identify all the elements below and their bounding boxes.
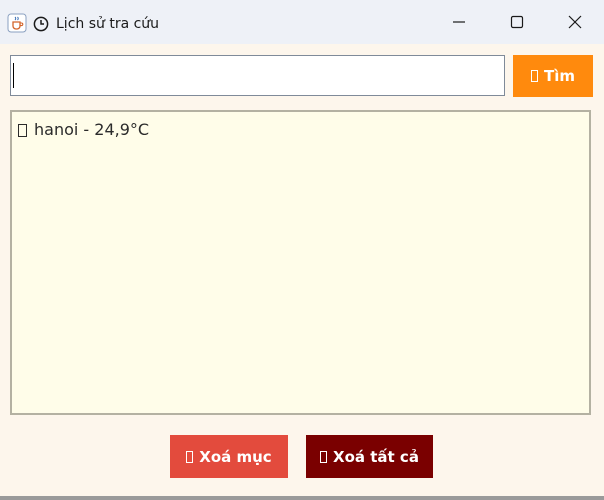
delete-item-label: Xoá mục: [199, 447, 272, 466]
delete-item-button[interactable]: Xoá mục: [170, 435, 288, 478]
close-button[interactable]: [552, 0, 598, 44]
java-coffee-cup-icon: [7, 13, 27, 33]
delete-all-button[interactable]: Xoá tất cả: [306, 435, 433, 478]
search-input[interactable]: [10, 55, 505, 96]
clock-icon: [33, 16, 49, 32]
list-item-text: hanoi - 24,9°C: [34, 120, 150, 139]
window-title: Lịch sử tra cứu: [56, 16, 160, 32]
search-button-label: Tìm: [543, 67, 575, 85]
maximize-button[interactable]: [494, 0, 540, 44]
missing-glyph-icon: [320, 450, 328, 463]
history-list[interactable]: hanoi - 24,9°C: [10, 110, 591, 415]
minimize-icon: [453, 21, 465, 23]
missing-glyph-icon: [186, 450, 194, 463]
missing-glyph-icon: [530, 70, 538, 82]
text-caret: [13, 63, 14, 88]
list-item[interactable]: hanoi - 24,9°C: [16, 120, 149, 140]
missing-glyph-icon: [18, 123, 27, 137]
search-button[interactable]: Tìm: [513, 55, 593, 97]
maximize-icon: [510, 15, 524, 29]
minimize-button[interactable]: [436, 0, 482, 44]
delete-all-label: Xoá tất cả: [333, 447, 419, 466]
title-bar[interactable]: Lịch sử tra cứu: [0, 0, 604, 44]
history-window: Lịch sử tra cứu Tìm hanoi - 24,9°C Xoá m…: [0, 0, 604, 496]
close-icon: [568, 15, 582, 29]
